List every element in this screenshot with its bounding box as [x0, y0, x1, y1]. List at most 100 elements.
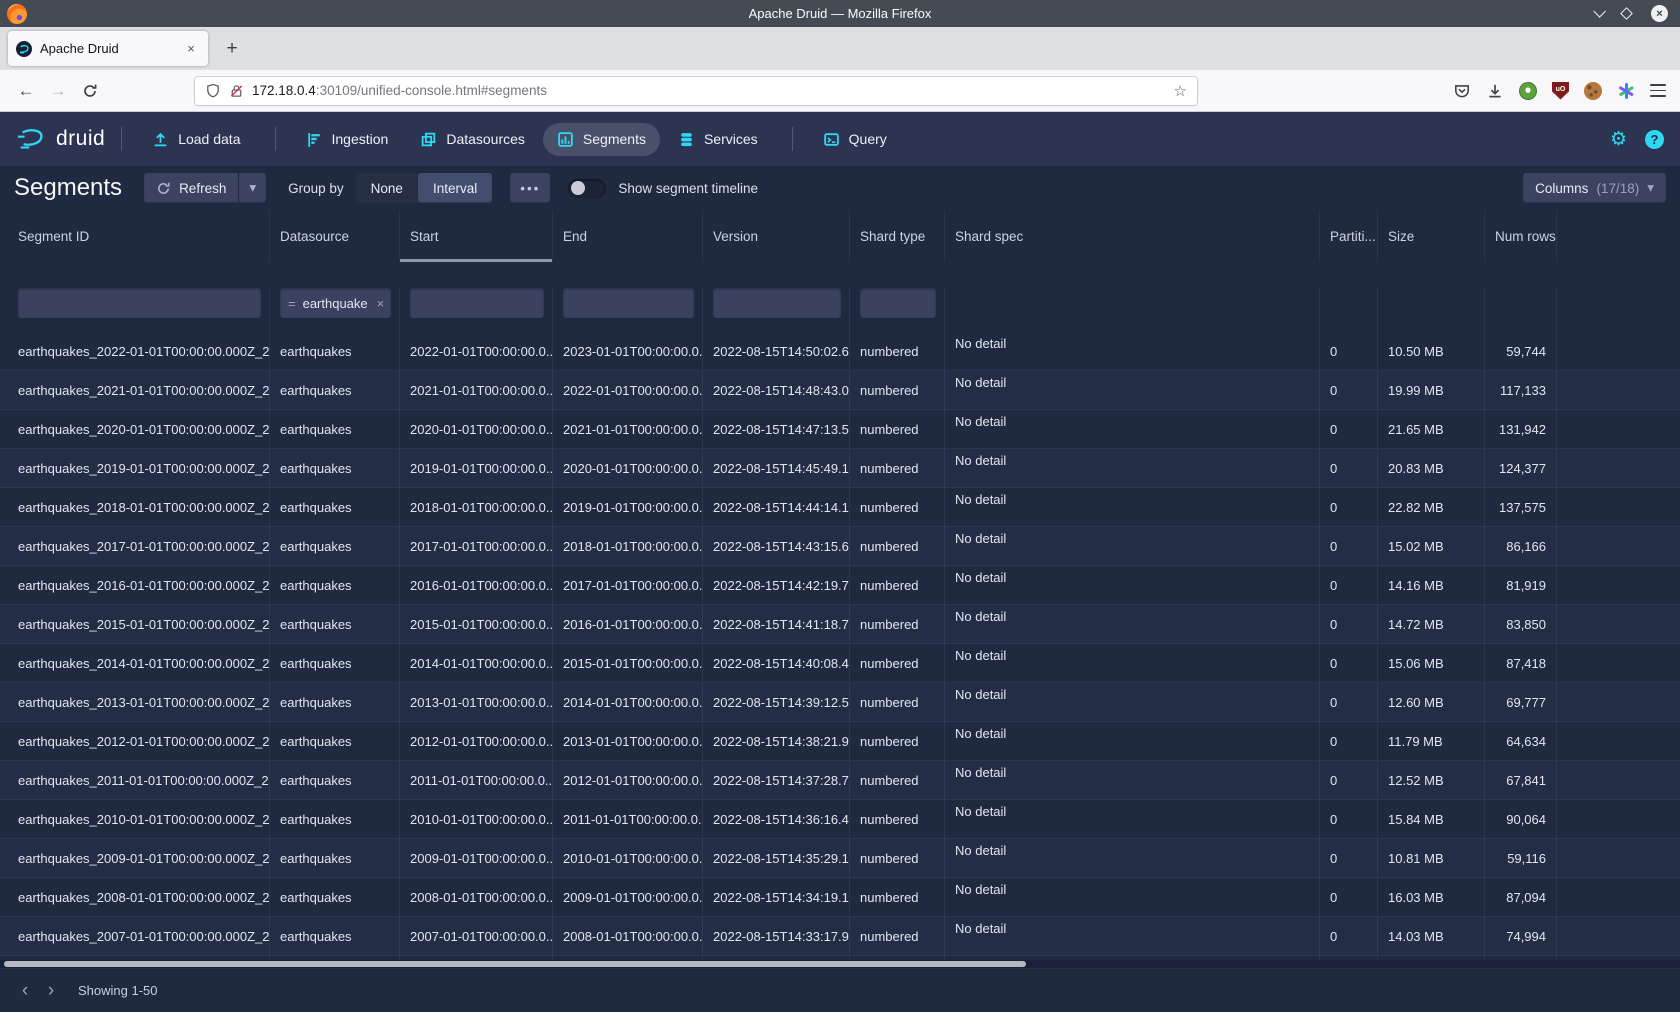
- tab-apache-druid[interactable]: Apache Druid ×: [8, 31, 208, 66]
- columns-button[interactable]: Columns (17/18) ▾: [1523, 173, 1666, 203]
- filter-input-datasource[interactable]: =earthquake×: [280, 288, 391, 318]
- cell-size: 11.79 MB: [1378, 722, 1485, 760]
- remove-filter-icon[interactable]: ×: [377, 296, 385, 311]
- download-icon[interactable]: [1486, 82, 1504, 100]
- cell-start: 2009-01-01T00:00:00.0...: [400, 839, 553, 877]
- table-row[interactable]: earthquakes_2012-01-01T00:00:00.000Z_2..…: [0, 722, 1680, 761]
- cell-end: 2018-01-01T00:00:00.0...: [553, 527, 703, 565]
- back-icon[interactable]: ←: [10, 81, 42, 101]
- minimize-icon[interactable]: [1593, 5, 1606, 18]
- column-header-segment_id[interactable]: Segment ID: [0, 210, 270, 262]
- table-row[interactable]: earthquakes_2009-01-01T00:00:00.000Z_2..…: [0, 839, 1680, 878]
- filter-input-end[interactable]: [563, 288, 694, 318]
- row-filler: [1557, 917, 1680, 955]
- column-header-version[interactable]: Version: [703, 210, 850, 262]
- row-filler: [1557, 371, 1680, 409]
- filter-input-start[interactable]: [410, 288, 544, 318]
- prev-page-button[interactable]: ‹: [12, 978, 38, 1004]
- druid-navbar: druid Load data IngestionDatasourcesSegme…: [0, 112, 1680, 166]
- segment-timeline-toggle[interactable]: [568, 179, 606, 198]
- cell-shard_spec: No detail: [945, 878, 1320, 916]
- tab-close-icon[interactable]: ×: [182, 41, 200, 56]
- cell-end: 2021-01-01T00:00:00.0...: [553, 410, 703, 448]
- row-filler: [1557, 332, 1680, 370]
- row-filler: [1557, 488, 1680, 526]
- table-row[interactable]: earthquakes_2008-01-01T00:00:00.000Z_2..…: [0, 878, 1680, 917]
- close-window-icon[interactable]: ×: [1651, 5, 1668, 22]
- filter-input-shard_type[interactable]: [860, 288, 936, 318]
- shield-icon[interactable]: [205, 83, 221, 99]
- next-page-button[interactable]: ›: [38, 978, 64, 1004]
- cell-shard_type: numbered: [850, 761, 945, 799]
- bookmark-star-icon[interactable]: ☆: [1174, 82, 1187, 100]
- ublock-icon[interactable]: uO: [1552, 82, 1569, 100]
- insecure-lock-icon[interactable]: [229, 83, 244, 99]
- column-header-num_rows[interactable]: Num rows: [1485, 210, 1557, 262]
- row-filler: [1557, 683, 1680, 721]
- cell-end: 2014-01-01T00:00:00.0...: [553, 683, 703, 721]
- more-options-button[interactable]: •••: [510, 173, 550, 203]
- table-row[interactable]: earthquakes_2010-01-01T00:00:00.000Z_2..…: [0, 800, 1680, 839]
- table-row[interactable]: earthquakes_2014-01-01T00:00:00.000Z_2..…: [0, 644, 1680, 683]
- cell-size: 10.81 MB: [1378, 839, 1485, 877]
- help-icon[interactable]: ?: [1645, 130, 1664, 149]
- table-row[interactable]: earthquakes_2020-01-01T00:00:00.000Z_2..…: [0, 410, 1680, 449]
- cell-version: 2022-08-15T14:41:18.7...: [703, 605, 850, 643]
- refresh-dropdown-button[interactable]: ▾: [239, 173, 266, 203]
- cell-datasource: earthquakes: [270, 878, 400, 916]
- cell-partition: 0: [1320, 878, 1378, 916]
- table-row[interactable]: earthquakes_2016-01-01T00:00:00.000Z_2..…: [0, 566, 1680, 605]
- group-by-interval-button[interactable]: Interval: [418, 173, 492, 203]
- filter-input-version[interactable]: [713, 288, 841, 318]
- nav-item-segments[interactable]: Segments: [543, 123, 660, 156]
- url-bar[interactable]: 172.18.0.4:30109/unified-console.html#se…: [194, 76, 1198, 106]
- column-header-partition[interactable]: Partiti...: [1320, 210, 1378, 262]
- table-row[interactable]: earthquakes_2015-01-01T00:00:00.000Z_2..…: [0, 605, 1680, 644]
- column-header-shard_spec[interactable]: Shard spec: [945, 210, 1320, 262]
- table-row[interactable]: earthquakes_2018-01-01T00:00:00.000Z_2..…: [0, 488, 1680, 527]
- refresh-button[interactable]: Refresh: [144, 173, 238, 203]
- cell-start: 2007-01-01T00:00:00.0...: [400, 917, 553, 955]
- cell-version: 2022-08-15T14:34:19.1...: [703, 878, 850, 916]
- nav-item-query[interactable]: Query: [809, 123, 901, 156]
- nav-item-ingestion[interactable]: Ingestion: [292, 123, 403, 156]
- table-row[interactable]: earthquakes_2013-01-01T00:00:00.000Z_2..…: [0, 683, 1680, 722]
- cell-start: 2022-01-01T00:00:00.0...: [400, 332, 553, 370]
- column-header-size[interactable]: Size: [1378, 210, 1485, 262]
- cell-segment_id: earthquakes_2020-01-01T00:00:00.000Z_2..…: [0, 410, 270, 448]
- table-row[interactable]: earthquakes_2017-01-01T00:00:00.000Z_2..…: [0, 527, 1680, 566]
- cookie-extension-icon[interactable]: [1584, 82, 1602, 100]
- extension-asterisk-icon[interactable]: [1617, 82, 1635, 100]
- filter-input-segment_id[interactable]: [18, 288, 261, 318]
- horizontal-scrollbar[interactable]: [0, 960, 1680, 968]
- pocket-icon[interactable]: [1453, 82, 1471, 100]
- cell-shard_spec: No detail: [945, 371, 1320, 409]
- table-row[interactable]: earthquakes_2007-01-01T00:00:00.000Z_2..…: [0, 917, 1680, 956]
- column-header-end[interactable]: End: [553, 210, 703, 262]
- nav-item-load-data[interactable]: Load data: [138, 123, 254, 156]
- cell-num_rows: 59,116: [1485, 839, 1557, 877]
- cell-shard_spec: No detail: [945, 527, 1320, 565]
- table-row[interactable]: earthquakes_2022-01-01T00:00:00.000Z_2..…: [0, 332, 1680, 371]
- group-by-none-button[interactable]: None: [356, 173, 418, 203]
- druid-brand[interactable]: druid: [16, 127, 105, 151]
- cell-shard_spec: No detail: [945, 839, 1320, 877]
- nav-item-datasources[interactable]: Datasources: [406, 123, 539, 156]
- cell-version: 2022-08-15T14:45:49.1...: [703, 449, 850, 487]
- cell-num_rows: 86,166: [1485, 527, 1557, 565]
- table-row[interactable]: earthquakes_2019-01-01T00:00:00.000Z_2..…: [0, 449, 1680, 488]
- column-header-start[interactable]: Start: [400, 210, 553, 262]
- gear-icon[interactable]: ⚙: [1610, 128, 1627, 150]
- scrollbar-thumb[interactable]: [4, 961, 1026, 967]
- new-tab-button[interactable]: +: [216, 33, 248, 65]
- column-header-datasource[interactable]: Datasource: [270, 210, 400, 262]
- nav-item-services[interactable]: Services: [664, 123, 772, 156]
- column-header-shard_type[interactable]: Shard type: [850, 210, 945, 262]
- reload-icon[interactable]: [74, 83, 106, 99]
- menu-icon[interactable]: [1650, 84, 1666, 96]
- cell-partition: 0: [1320, 566, 1378, 604]
- maximize-icon[interactable]: [1620, 7, 1633, 20]
- extension-green-icon[interactable]: [1519, 82, 1537, 100]
- table-row[interactable]: earthquakes_2021-01-01T00:00:00.000Z_2..…: [0, 371, 1680, 410]
- table-row[interactable]: earthquakes_2011-01-01T00:00:00.000Z_2..…: [0, 761, 1680, 800]
